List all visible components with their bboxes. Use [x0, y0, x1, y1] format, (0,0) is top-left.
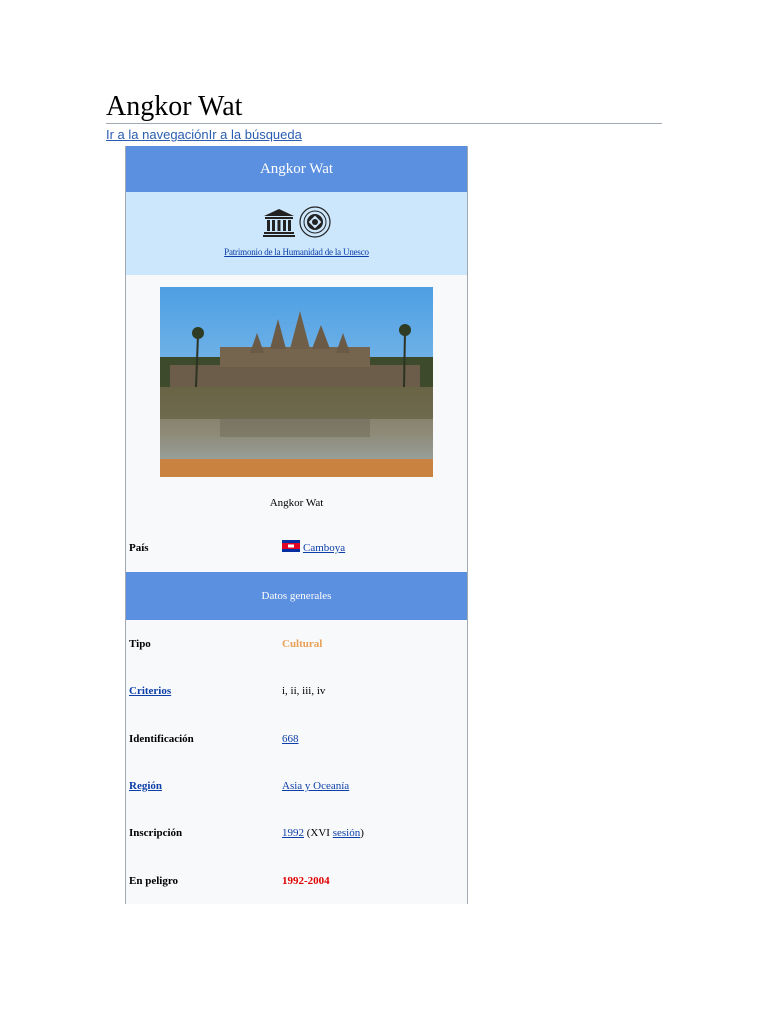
region-value-link[interactable]: Asia y Oceanía [282, 780, 349, 792]
section-header-general: Datos generales [126, 572, 467, 620]
tipo-label: Tipo [129, 638, 151, 650]
criterios-link[interactable]: Criterios [129, 685, 171, 697]
infobox-header: Angkor Wat [126, 146, 467, 192]
identificacion-link[interactable]: 668 [282, 733, 299, 745]
inscripcion-year-link[interactable]: 1992 [282, 827, 304, 839]
inscripcion-value: 1992 (XVI sesión) [282, 827, 364, 839]
region-link[interactable]: Región [129, 780, 162, 792]
country-value: Camboya [282, 540, 345, 554]
infobox: Angkor Wat Patrimonio de la Humanidad de… [125, 146, 468, 904]
unesco-logo-icon[interactable] [262, 206, 332, 238]
unesco-heritage-link[interactable]: Patrimonio de la Humanidad de la Unesco [126, 247, 467, 257]
title-divider [106, 123, 662, 124]
angkor-wat-photo[interactable] [160, 287, 433, 477]
inscripcion-open: (XVI [304, 827, 333, 839]
unesco-banner: Patrimonio de la Humanidad de la Unesco [126, 192, 467, 275]
inscripcion-label: Inscripción [129, 827, 183, 839]
identificacion-label: Identificación [129, 733, 194, 745]
country-link[interactable]: Camboya [303, 542, 345, 554]
tipo-value: Cultural [282, 638, 323, 650]
criterios-value: i, ii, iii, iv [282, 685, 326, 697]
page-title: Angkor Wat [106, 91, 243, 122]
photo-caption: Angkor Wat [269, 497, 324, 509]
peligro-label: En peligro [129, 875, 179, 887]
peligro-value: 1992-2004 [282, 875, 330, 887]
country-label: País [129, 542, 149, 554]
cambodia-flag-icon [282, 540, 300, 552]
jump-links[interactable]: Ir a la navegaciónIr a la búsqueda [106, 127, 302, 143]
session-link[interactable]: sesión [333, 827, 361, 839]
inscripcion-close: ) [360, 827, 364, 839]
